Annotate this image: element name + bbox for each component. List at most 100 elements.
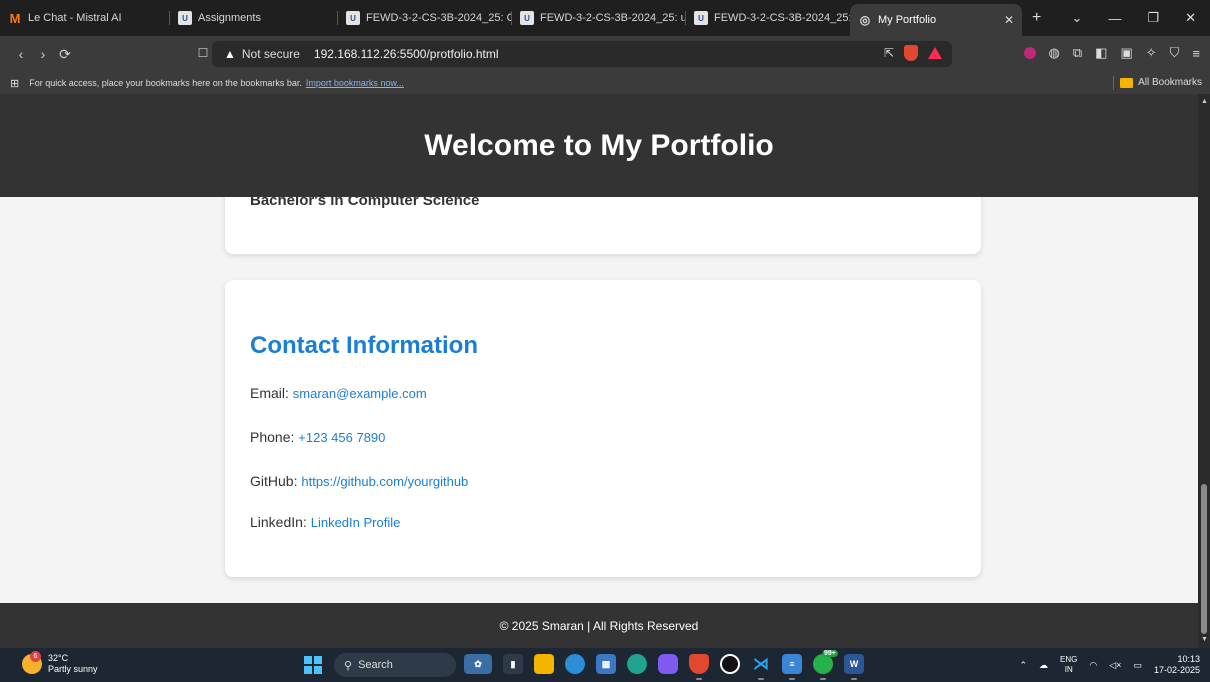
chevron-up-icon[interactable]: ⌃ bbox=[1020, 660, 1028, 671]
weather-widget[interactable]: 6 32°C Partly sunny bbox=[22, 651, 98, 675]
import-bookmarks-link[interactable]: Import bookmarks now... bbox=[306, 78, 404, 88]
scroll-up-icon[interactable]: ▲ bbox=[1201, 98, 1208, 105]
weather-icon: 6 bbox=[22, 651, 42, 674]
brave-rewards-icon[interactable] bbox=[928, 47, 942, 59]
contact-section: Contact Information Email: smaran@exampl… bbox=[225, 280, 981, 577]
tab-fewd-upd[interactable]: U FEWD-3-2-CS-3B-2024_25: upd bbox=[512, 4, 686, 32]
search-icon: ⚲ bbox=[344, 659, 353, 672]
system-tray: ⌃ ☁ ENG IN ◠ ◁× ▭ 10:13 17-02-2025 bbox=[1020, 654, 1201, 676]
onedrive-icon[interactable]: ☁ bbox=[1039, 660, 1048, 671]
tab-label: FEWD-3-2-CS-3B-2024_25: Cre bbox=[366, 12, 512, 24]
brave-shields-icon[interactable] bbox=[904, 45, 918, 61]
tab-assignments[interactable]: U Assignments bbox=[170, 4, 338, 32]
tab-groups-icon[interactable]: ▣ bbox=[1120, 45, 1132, 61]
all-bookmarks-button[interactable]: All Bookmarks bbox=[1120, 77, 1202, 88]
university-icon: U bbox=[178, 11, 192, 25]
all-bookmarks-label: All Bookmarks bbox=[1138, 77, 1202, 88]
sidebar-icon[interactable]: ◧ bbox=[1095, 45, 1107, 61]
page-viewport: Welcome to My Portfolio Bachelor's in Co… bbox=[0, 94, 1198, 648]
email-link[interactable]: smaran@example.com bbox=[293, 386, 427, 401]
battery-icon[interactable]: ▭ bbox=[1133, 660, 1142, 671]
tab-label: FEWD-3-2-CS-3B-2024_25: upd bbox=[540, 12, 686, 24]
vpn-icon[interactable]: ⛉ bbox=[1170, 45, 1180, 61]
brave-browser-icon[interactable] bbox=[689, 654, 709, 680]
site-footer: © 2025 Smaran | All Rights Reserved bbox=[0, 603, 1198, 648]
chat-badge: 99+ bbox=[822, 650, 838, 657]
security-label: Not secure bbox=[241, 47, 300, 61]
volume-muted-icon[interactable]: ◁× bbox=[1109, 660, 1121, 671]
file-explorer-icon[interactable] bbox=[534, 654, 554, 674]
extension-icon[interactable] bbox=[1023, 47, 1036, 59]
weather-desc: Partly sunny bbox=[48, 664, 98, 674]
contact-heading: Contact Information bbox=[250, 332, 478, 359]
language-indicator[interactable]: ENG IN bbox=[1060, 655, 1077, 675]
close-window-icon[interactable]: ✕ bbox=[1185, 10, 1196, 26]
bookmark-icon[interactable]: ☐ bbox=[192, 46, 214, 60]
copilot-icon[interactable] bbox=[658, 654, 678, 674]
store-icon[interactable]: ▦ bbox=[596, 654, 616, 674]
linkedin-label: LinkedIn: bbox=[250, 514, 307, 530]
wifi-icon[interactable]: ◠ bbox=[1089, 660, 1097, 671]
share-icon[interactable]: ⇱ bbox=[884, 46, 894, 60]
folder-icon bbox=[1120, 77, 1134, 88]
email-label: Email: bbox=[250, 385, 289, 401]
clock-time: 10:13 bbox=[1177, 654, 1200, 664]
search-label: Search bbox=[358, 659, 393, 671]
site-header: Welcome to My Portfolio bbox=[0, 94, 1198, 197]
edge-dev-icon[interactable] bbox=[627, 654, 647, 674]
phone-label: Phone: bbox=[250, 429, 295, 445]
bookmarks-bar: ⊞ For quick access, place your bookmarks… bbox=[0, 72, 1210, 94]
notification-badge: 6 bbox=[30, 651, 41, 662]
system-clock[interactable]: 10:13 17-02-2025 bbox=[1154, 654, 1200, 676]
close-tab-icon[interactable]: ✕ bbox=[1004, 13, 1014, 27]
phone-link[interactable]: +123 456 7890 bbox=[298, 430, 385, 445]
back-icon[interactable]: ‹ bbox=[10, 46, 32, 62]
footer-text: © 2025 Smaran | All Rights Reserved bbox=[499, 618, 699, 633]
github-link[interactable]: https://github.com/yourgithub bbox=[301, 474, 468, 489]
leo-icon[interactable]: ✧ bbox=[1146, 45, 1157, 61]
widgets-icon[interactable]: ✿ bbox=[464, 654, 492, 674]
globe-icon: ◎ bbox=[859, 13, 871, 27]
whatsapp-icon[interactable]: 99+ bbox=[813, 650, 838, 680]
email-row: Email: smaran@example.com bbox=[250, 385, 427, 401]
forward-icon[interactable]: › bbox=[32, 46, 54, 62]
phone-row: Phone: +123 456 7890 bbox=[250, 429, 385, 445]
puzzle-icon[interactable]: ⧉ bbox=[1073, 45, 1082, 61]
minimize-icon[interactable]: — bbox=[1108, 11, 1121, 26]
notepad-icon[interactable]: ≡ bbox=[782, 654, 802, 680]
vscode-icon[interactable]: ⋊ bbox=[751, 654, 771, 680]
menu-icon[interactable]: ≡ bbox=[1192, 46, 1200, 61]
url-text: 192.168.112.26:5500/protfolio.html bbox=[313, 47, 499, 61]
address-bar[interactable]: ▲ Not secure 192.168.112.26:5500/protfol… bbox=[212, 41, 952, 67]
tab-fewd-cre[interactable]: U FEWD-3-2-CS-3B-2024_25: Cre bbox=[338, 4, 512, 32]
taskbar-search[interactable]: ⚲ Search bbox=[334, 653, 456, 677]
university-icon: U bbox=[346, 11, 360, 25]
scroll-thumb[interactable] bbox=[1201, 484, 1207, 634]
tab-search-chevron-icon[interactable]: ⌄ bbox=[1072, 10, 1083, 26]
new-tab-icon[interactable]: + bbox=[1032, 9, 1041, 27]
edge-icon[interactable] bbox=[565, 654, 585, 674]
page-title: Welcome to My Portfolio bbox=[424, 128, 774, 162]
word-icon[interactable]: W bbox=[844, 654, 864, 680]
task-view-icon[interactable]: ▮ bbox=[503, 654, 523, 674]
page-scrollbar[interactable]: ▲ ▼ bbox=[1198, 94, 1210, 648]
tab-fewd-upo[interactable]: U FEWD-3-2-CS-3B-2024_25: Upo bbox=[686, 4, 850, 32]
github-row: GitHub: https://github.com/yourgithub bbox=[250, 473, 468, 489]
wallet-icon[interactable]: ◍ bbox=[1049, 45, 1060, 61]
browser-tab-bar: M Le Chat - Mistral AI U Assignments U F… bbox=[0, 0, 1210, 36]
restore-icon[interactable]: ❐ bbox=[1147, 10, 1159, 26]
tab-label: Assignments bbox=[198, 12, 261, 24]
mistral-icon: M bbox=[9, 10, 21, 26]
windows-start-icon[interactable] bbox=[304, 656, 322, 674]
apps-grid-icon[interactable]: ⊞ bbox=[10, 77, 19, 90]
reload-icon[interactable]: ⟳ bbox=[54, 46, 76, 63]
tab-my-portfolio[interactable]: ◎ My Portfolio ✕ bbox=[850, 4, 1022, 36]
linkedin-link[interactable]: LinkedIn Profile bbox=[311, 515, 401, 530]
tab-label: My Portfolio bbox=[878, 14, 937, 26]
tab-label: Le Chat - Mistral AI bbox=[28, 12, 122, 24]
lang-top: ENG bbox=[1060, 655, 1078, 664]
obs-icon[interactable] bbox=[720, 654, 740, 674]
tab-le-chat[interactable]: M Le Chat - Mistral AI bbox=[0, 4, 170, 32]
scroll-down-icon[interactable]: ▼ bbox=[1201, 636, 1208, 643]
linkedin-row: LinkedIn: LinkedIn Profile bbox=[250, 514, 400, 530]
